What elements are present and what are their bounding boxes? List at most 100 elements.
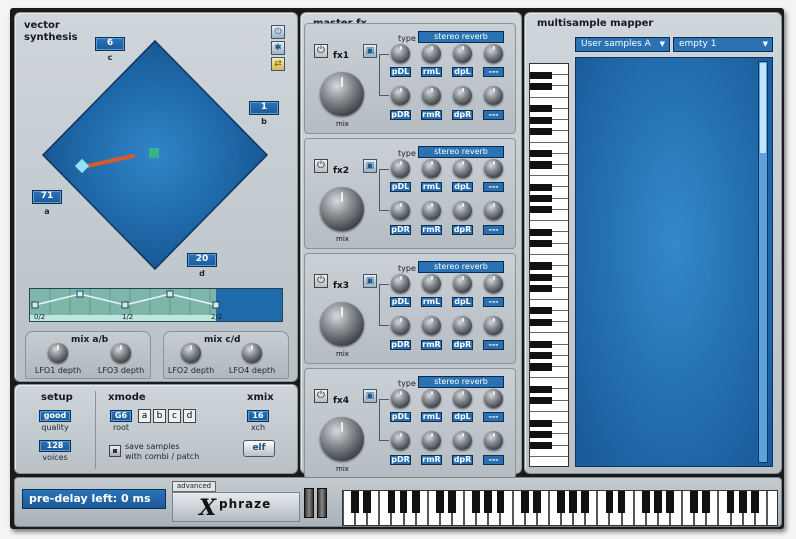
mapper-black-key[interactable] (530, 363, 552, 371)
fx2-dpl-label[interactable]: dpL (452, 182, 473, 192)
fx4-rml-label[interactable]: rmL (421, 412, 442, 422)
mapper-black-key[interactable] (530, 441, 552, 450)
mapper-black-key[interactable] (530, 419, 552, 427)
fx1-rml-label[interactable]: rmL (421, 67, 442, 77)
fx1-dpl-label[interactable]: dpL (452, 67, 473, 77)
fx3-mix-knob[interactable] (320, 302, 364, 346)
mapper-black-key[interactable] (530, 150, 552, 158)
lfo1-depth-knob[interactable] (48, 343, 68, 363)
black-key[interactable] (666, 491, 674, 513)
mapper-black-key[interactable] (530, 273, 552, 281)
fx1-p8-knob[interactable] (484, 86, 503, 105)
power-mini-icon[interactable]: ⏻ (271, 25, 285, 39)
black-key[interactable] (484, 491, 493, 513)
fx3-p8-label[interactable]: --- (483, 340, 504, 350)
c-value[interactable]: 6 (95, 37, 125, 51)
mapper-black-key[interactable] (530, 161, 552, 169)
black-key[interactable] (726, 491, 735, 513)
a-value[interactable]: 71 (32, 190, 62, 204)
fx4-link-icon[interactable]: ▣ (363, 389, 377, 403)
vector-envelope[interactable]: 0/2 1/2 2/2 (29, 288, 283, 322)
fx1-dpr-label[interactable]: dpR (452, 110, 473, 120)
fx4-rmr-label[interactable]: rmR (421, 455, 442, 465)
fx1-type-select[interactable]: stereo reverb (418, 31, 504, 43)
mapper-black-key[interactable] (530, 116, 552, 124)
fx4-dpr-label[interactable]: dpR (452, 455, 473, 465)
fx2-dpl-knob[interactable] (453, 159, 472, 178)
mapper-black-key[interactable] (530, 82, 552, 91)
fx1-pdr-knob[interactable] (391, 86, 410, 105)
mapper-area[interactable] (575, 57, 773, 467)
fx2-pdr-label[interactable]: pDR (390, 225, 411, 235)
fx1-p8-label[interactable]: --- (483, 110, 504, 120)
voices-value[interactable]: 128 (39, 440, 71, 452)
fx2-rml-knob[interactable] (422, 159, 441, 178)
xmode-b-button[interactable]: b (153, 409, 166, 423)
fx2-p8-knob[interactable] (484, 201, 503, 220)
black-key[interactable] (448, 491, 456, 513)
mapper-white-key[interactable] (530, 456, 568, 466)
xch-value[interactable]: 16 (247, 410, 269, 422)
lfo3-depth-knob[interactable] (111, 343, 131, 363)
mapper-black-key[interactable] (530, 228, 552, 236)
fx3-p8-knob[interactable] (484, 316, 503, 335)
black-key[interactable] (411, 491, 420, 513)
black-key[interactable] (569, 491, 577, 513)
fx2-power-button[interactable]: ⏻ (314, 159, 328, 173)
black-key[interactable] (436, 491, 444, 513)
vector-target[interactable] (149, 148, 159, 158)
xmode-d-button[interactable]: d (183, 409, 196, 423)
fx4-rml-knob[interactable] (422, 389, 441, 408)
fx3-rml-knob[interactable] (422, 274, 441, 293)
xmode-a-button[interactable]: a (138, 409, 151, 423)
root-value[interactable]: G6 (110, 410, 132, 422)
fx4-pdr-knob[interactable] (391, 431, 410, 450)
fx4-dpr-knob[interactable] (453, 431, 472, 450)
pitch-wheel[interactable] (304, 488, 314, 518)
mapper-scrollbar[interactable] (758, 61, 768, 463)
black-key[interactable] (750, 491, 759, 513)
mapper-black-key[interactable] (530, 262, 552, 270)
fx2-pdr-knob[interactable] (391, 201, 410, 220)
fx4-dpl-label[interactable]: dpL (452, 412, 473, 422)
slot-select[interactable]: empty 1 ▼ (673, 37, 773, 52)
black-key[interactable] (702, 491, 711, 513)
fx4-p4-label[interactable]: --- (483, 412, 504, 422)
keyboard[interactable] (342, 490, 778, 526)
xmode-c-button[interactable]: c (168, 409, 181, 423)
fx3-rml-label[interactable]: rmL (421, 297, 442, 307)
black-key[interactable] (351, 491, 359, 513)
d-value[interactable]: 20 (187, 253, 217, 267)
fx1-p4-label[interactable]: --- (483, 67, 504, 77)
mapper-keyboard[interactable] (529, 63, 569, 467)
mapper-black-key[interactable] (530, 430, 552, 438)
fx4-pdr-label[interactable]: pDR (390, 455, 411, 465)
black-key[interactable] (605, 491, 614, 513)
fx4-p4-knob[interactable] (484, 389, 503, 408)
fx2-pdl-knob[interactable] (391, 159, 410, 178)
fx1-pdl-knob[interactable] (391, 44, 410, 63)
fx3-rmr-label[interactable]: rmR (421, 340, 442, 350)
mapper-black-key[interactable] (530, 127, 552, 135)
fx2-p4-label[interactable]: --- (483, 182, 504, 192)
mapper-black-key[interactable] (530, 397, 552, 405)
mapper-scroll-thumb[interactable] (760, 63, 766, 153)
fx4-pdl-knob[interactable] (391, 389, 410, 408)
fx3-pdr-knob[interactable] (391, 316, 410, 335)
fx4-type-select[interactable]: stereo reverb (418, 376, 504, 388)
fx1-link-icon[interactable]: ▣ (363, 44, 377, 58)
b-value[interactable]: 1 (249, 101, 279, 115)
mapper-black-key[interactable] (530, 195, 552, 203)
white-key[interactable] (766, 491, 777, 525)
fx3-type-select[interactable]: stereo reverb (418, 261, 504, 273)
black-key[interactable] (617, 491, 626, 513)
mapper-black-key[interactable] (530, 318, 552, 326)
fx3-link-icon[interactable]: ▣ (363, 274, 377, 288)
fx3-pdl-knob[interactable] (391, 274, 410, 293)
fx1-rmr-label[interactable]: rmR (421, 110, 442, 120)
black-key[interactable] (496, 491, 505, 513)
lfo4-depth-knob[interactable] (242, 343, 262, 363)
fx3-p4-knob[interactable] (484, 274, 503, 293)
fx3-p4-label[interactable]: --- (483, 297, 504, 307)
mapper-black-key[interactable] (530, 307, 552, 315)
